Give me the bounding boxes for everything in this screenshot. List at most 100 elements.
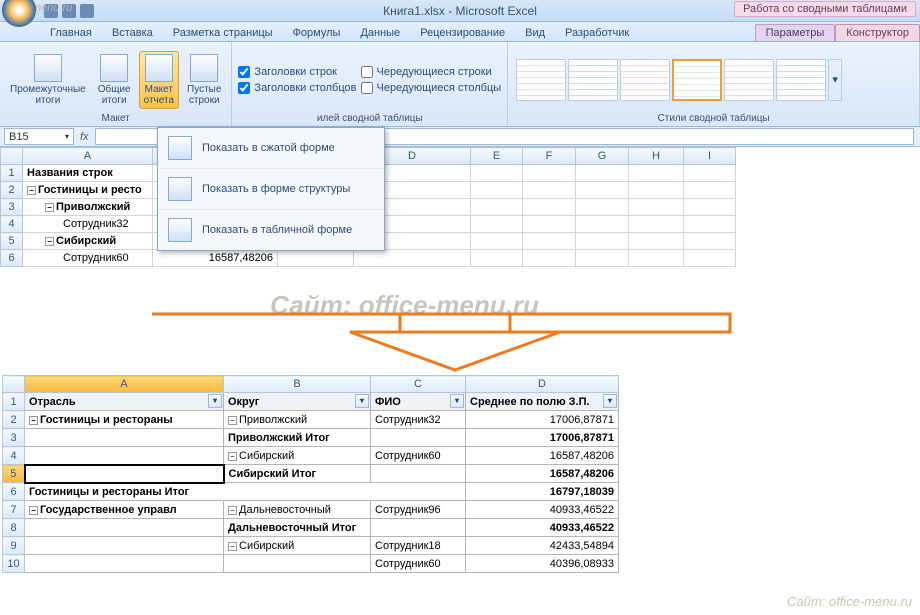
cell[interactable]: −Гостиницы и ресто	[23, 182, 153, 199]
collapse-icon[interactable]: −	[228, 416, 237, 425]
cell[interactable]: 16587,48206	[466, 465, 619, 483]
cell[interactable]: Приволжский Итог	[224, 429, 371, 447]
col-header[interactable]: G	[576, 148, 629, 165]
cell[interactable]	[25, 465, 224, 483]
menu-compact-form[interactable]: Показать в сжатой форме	[158, 128, 384, 169]
cell[interactable]	[471, 233, 523, 250]
row-header[interactable]: 4	[3, 447, 25, 465]
style-thumb[interactable]	[620, 59, 670, 101]
cell[interactable]	[371, 519, 466, 537]
banded-rows-checkbox[interactable]: Чередующиеся строки	[361, 66, 502, 78]
tab-pagelayout[interactable]: Разметка страницы	[163, 25, 283, 41]
cell[interactable]: −Приволжский	[23, 199, 153, 216]
subtotals-button[interactable]: Промежуточные итоги	[6, 52, 90, 108]
cell[interactable]: −Государственное управл	[25, 501, 224, 519]
cell[interactable]	[471, 165, 523, 182]
row-header[interactable]: 6	[1, 250, 23, 267]
row-header[interactable]: 2	[1, 182, 23, 199]
cell[interactable]	[523, 182, 576, 199]
cell[interactable]	[684, 250, 736, 267]
col-headers-checkbox[interactable]: Заголовки столбцов	[238, 82, 356, 94]
menu-outline-form[interactable]: Показать в форме структуры	[158, 169, 384, 210]
col-header[interactable]: F	[523, 148, 576, 165]
collapse-icon[interactable]: −	[45, 203, 54, 212]
cell[interactable]: −Сибирский	[224, 447, 371, 465]
cell[interactable]	[576, 165, 629, 182]
cell[interactable]	[629, 182, 684, 199]
row-headers-checkbox[interactable]: Заголовки строк	[238, 66, 356, 78]
fx-icon[interactable]: fx	[80, 131, 89, 143]
row-header[interactable]: 9	[3, 537, 25, 555]
cell[interactable]	[629, 233, 684, 250]
tab-review[interactable]: Рецензирование	[410, 25, 515, 41]
cell[interactable]	[25, 447, 224, 465]
cell[interactable]: 40396,08933	[466, 555, 619, 573]
tab-insert[interactable]: Вставка	[102, 25, 163, 41]
cell[interactable]	[523, 216, 576, 233]
row-header[interactable]: 8	[3, 519, 25, 537]
cell[interactable]	[354, 250, 471, 267]
cell[interactable]: Сотрудник32	[23, 216, 153, 233]
tab-developer[interactable]: Разработчик	[555, 25, 639, 41]
menu-tabular-form[interactable]: Показать в табличной форме	[158, 210, 384, 250]
row-header[interactable]: 4	[1, 216, 23, 233]
cell[interactable]: Гостиницы и рестораны Итог	[25, 483, 466, 501]
tab-constructor[interactable]: Конструктор	[835, 24, 920, 41]
cell[interactable]	[576, 216, 629, 233]
tab-view[interactable]: Вид	[515, 25, 555, 41]
cell[interactable]: Сотрудник32	[371, 411, 466, 429]
pivot-field-header[interactable]: Среднее по полю З.П.▾	[466, 393, 619, 411]
cell[interactable]: −Сибирский	[224, 537, 371, 555]
col-header[interactable]: A	[25, 376, 224, 393]
banded-cols-checkbox[interactable]: Чередующиеся столбцы	[361, 82, 502, 94]
cell[interactable]	[684, 199, 736, 216]
cell[interactable]	[684, 233, 736, 250]
style-thumb[interactable]	[516, 59, 566, 101]
col-header[interactable]: I	[684, 148, 736, 165]
cell[interactable]: −Гостиницы и рестораны	[25, 411, 224, 429]
collapse-icon[interactable]: −	[29, 416, 38, 425]
row-header[interactable]: 2	[3, 411, 25, 429]
pivot-field-header[interactable]: ФИО▾	[371, 393, 466, 411]
filter-dropdown-icon[interactable]: ▾	[603, 394, 617, 408]
row-header[interactable]: 5	[1, 233, 23, 250]
cell[interactable]: Названия строк	[23, 165, 153, 182]
style-thumb-selected[interactable]	[672, 59, 722, 101]
grandtotals-button[interactable]: Общие итоги	[94, 52, 135, 108]
cell[interactable]: Дальневосточный Итог	[224, 519, 371, 537]
cell[interactable]: 16797,18039	[466, 483, 619, 501]
cell[interactable]: Сотрудник60	[371, 447, 466, 465]
tab-home[interactable]: Главная	[40, 25, 102, 41]
cell[interactable]	[523, 165, 576, 182]
col-header[interactable]: B	[224, 376, 371, 393]
cell[interactable]	[25, 519, 224, 537]
cell[interactable]	[471, 199, 523, 216]
cell[interactable]: Сотрудник18	[371, 537, 466, 555]
collapse-icon[interactable]: −	[45, 237, 54, 246]
select-all-corner[interactable]	[3, 376, 25, 393]
col-header[interactable]: D	[466, 376, 619, 393]
col-header[interactable]: C	[371, 376, 466, 393]
cell[interactable]	[684, 182, 736, 199]
cell[interactable]: −Сибирский	[23, 233, 153, 250]
row-header[interactable]: 5	[3, 465, 25, 483]
filter-dropdown-icon[interactable]: ▾	[208, 394, 222, 408]
cell[interactable]: 16587,48206	[153, 250, 278, 267]
cell[interactable]	[25, 429, 224, 447]
row-header[interactable]: 6	[3, 483, 25, 501]
tab-formulas[interactable]: Формулы	[283, 25, 351, 41]
name-box[interactable]: B15▾	[4, 128, 74, 145]
collapse-icon[interactable]: −	[228, 452, 237, 461]
cell[interactable]	[629, 165, 684, 182]
cell[interactable]: −Дальневосточный	[224, 501, 371, 519]
cell[interactable]	[471, 216, 523, 233]
tab-params[interactable]: Параметры	[755, 24, 836, 41]
cell[interactable]	[629, 250, 684, 267]
cell[interactable]	[576, 199, 629, 216]
blank-rows-button[interactable]: Пустые строки	[183, 52, 225, 108]
style-thumb[interactable]	[776, 59, 826, 101]
cell[interactable]	[523, 250, 576, 267]
tab-data[interactable]: Данные	[350, 25, 410, 41]
cell[interactable]: Сибирский Итог	[224, 465, 371, 483]
style-thumb[interactable]	[568, 59, 618, 101]
